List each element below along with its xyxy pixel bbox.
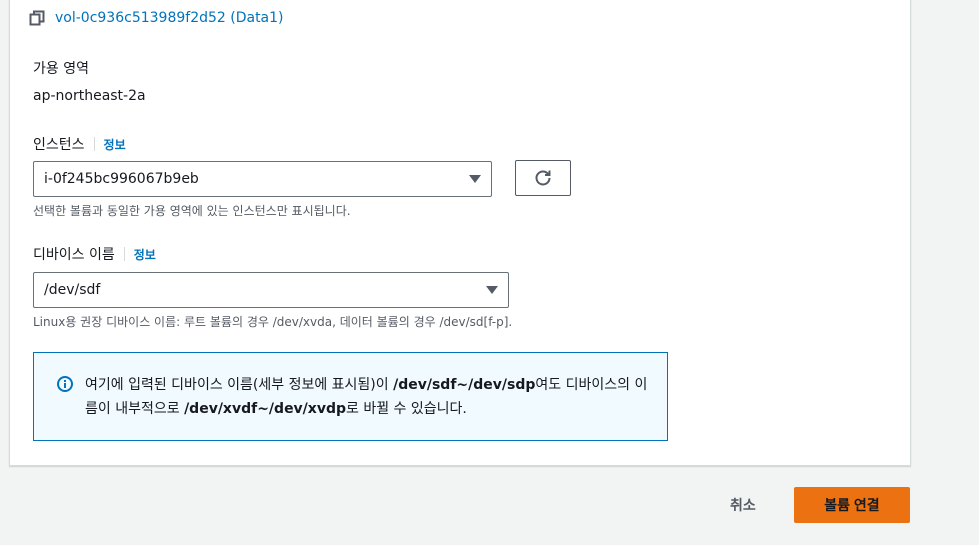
instance-info-link[interactable]: 정보 bbox=[104, 136, 126, 153]
alert-bold: /dev/sdf~/dev/sdp bbox=[393, 377, 536, 393]
volume-link-text[interactable]: vol-0c936c513989f2d52 (Data1) bbox=[55, 10, 284, 26]
device-label: 디바이스 이름 bbox=[33, 247, 115, 263]
copy-icon[interactable] bbox=[29, 10, 45, 26]
instance-label: 인스턴스 bbox=[33, 137, 85, 153]
alert-text: 로 바뀔 수 있습니다. bbox=[346, 401, 467, 417]
instance-select-value: i-0f245bc996067b9eb bbox=[44, 171, 199, 187]
refresh-button[interactable] bbox=[515, 160, 571, 196]
info-icon bbox=[57, 376, 73, 392]
availability-zone-value: ap-northeast-2a bbox=[33, 88, 146, 104]
device-info-link[interactable]: 정보 bbox=[134, 246, 156, 263]
device-select-value: /dev/sdf bbox=[44, 282, 101, 298]
caret-down-icon bbox=[469, 175, 481, 183]
instance-select[interactable]: i-0f245bc996067b9eb bbox=[33, 161, 492, 197]
volume-link[interactable]: vol-0c936c513989f2d52 (Data1) bbox=[29, 10, 284, 26]
cancel-button[interactable]: 취소 bbox=[714, 487, 772, 523]
instance-label-row: 인스턴스 정보 bbox=[33, 134, 126, 154]
caret-down-icon bbox=[486, 286, 498, 294]
instance-hint: 선택한 볼륨과 동일한 가용 영역에 있는 인스턴스만 표시됩니다. bbox=[33, 204, 351, 218]
alert-message: 여기에 입력된 디바이스 이름(세부 정보에 표시됨)이 /dev/sdf~/d… bbox=[85, 373, 655, 421]
attach-volume-button[interactable]: 볼륨 연결 bbox=[794, 487, 910, 523]
alert-text: 여기에 입력된 디바이스 이름(세부 정보에 표시됨)이 bbox=[85, 377, 394, 393]
divider bbox=[93, 137, 95, 151]
info-alert: 여기에 입력된 디바이스 이름(세부 정보에 표시됨)이 /dev/sdf~/d… bbox=[33, 352, 668, 441]
device-label-row: 디바이스 이름 정보 bbox=[33, 244, 156, 264]
alert-bold: /dev/xvdf~/dev/xvdp bbox=[184, 401, 346, 417]
device-select[interactable]: /dev/sdf bbox=[33, 272, 509, 308]
divider bbox=[123, 247, 125, 261]
refresh-icon bbox=[535, 170, 551, 186]
device-hint: Linux용 권장 디바이스 이름: 루트 볼륨의 경우 /dev/xvda, … bbox=[33, 315, 513, 329]
availability-zone-label: 가용 영역 bbox=[33, 61, 89, 77]
